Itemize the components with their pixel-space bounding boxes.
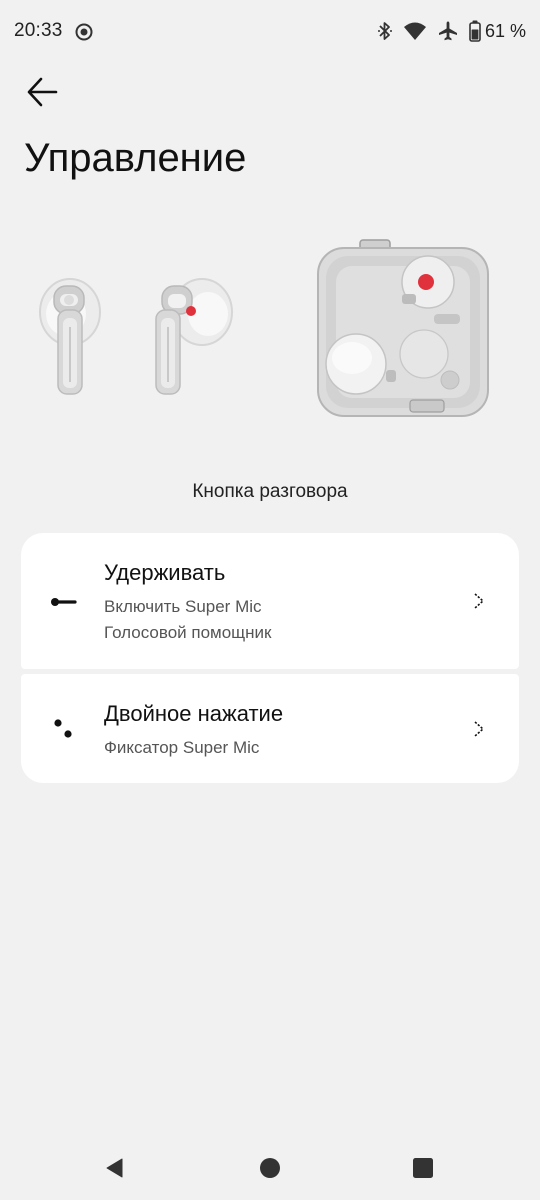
chevron-right-icon <box>474 593 485 609</box>
nav-home-icon <box>260 1158 280 1178</box>
option-double-tap[interactable]: Двойное нажатие Фиксатор Super Mic <box>21 674 519 783</box>
wifi-icon <box>403 22 426 40</box>
status-time: 20:33 <box>14 20 63 41</box>
arrow-left-icon <box>27 77 58 107</box>
double-tap-icon <box>54 719 72 738</box>
nav-home-button[interactable] <box>254 1152 286 1184</box>
nav-recents-icon <box>413 1158 433 1178</box>
option-double-tap-subtitle: Фиксатор Super Mic <box>104 738 260 757</box>
option-hold-subtitle: Голосовой помощник <box>104 623 272 642</box>
status-bar: 20:33 61 % <box>0 0 540 64</box>
nav-back-icon <box>106 1158 123 1178</box>
section-label: Кнопка разговора <box>192 481 348 502</box>
battery-icon <box>469 20 481 42</box>
option-hold[interactable]: Удерживать Включить Super Mic Голосовой … <box>21 533 519 669</box>
status-icons: 61 % <box>377 18 526 44</box>
option-hold-title: Удерживать <box>104 560 226 585</box>
nav-recents-button[interactable] <box>407 1152 439 1184</box>
left-earbud-image <box>39 278 101 395</box>
navigation-bar <box>0 1136 540 1200</box>
bluetooth-icon <box>377 22 392 40</box>
option-hold-subtitle: Включить Super Mic <box>104 597 262 616</box>
battery: 61 % <box>469 20 526 42</box>
option-double-tap-title: Двойное нажатие <box>104 701 284 726</box>
nav-back-button[interactable] <box>98 1152 130 1184</box>
long-press-icon <box>51 598 77 606</box>
earbuds-case-image <box>39 239 489 417</box>
charging-case-image <box>317 239 489 417</box>
battery-percent: 61 % <box>484 20 526 41</box>
screen-record-icon <box>75 23 93 41</box>
airplane-icon <box>438 21 457 41</box>
right-earbud-image <box>155 278 233 395</box>
page-title: Управление <box>24 136 247 180</box>
chevron-right-icon <box>474 721 485 737</box>
back-button[interactable] <box>20 70 64 114</box>
